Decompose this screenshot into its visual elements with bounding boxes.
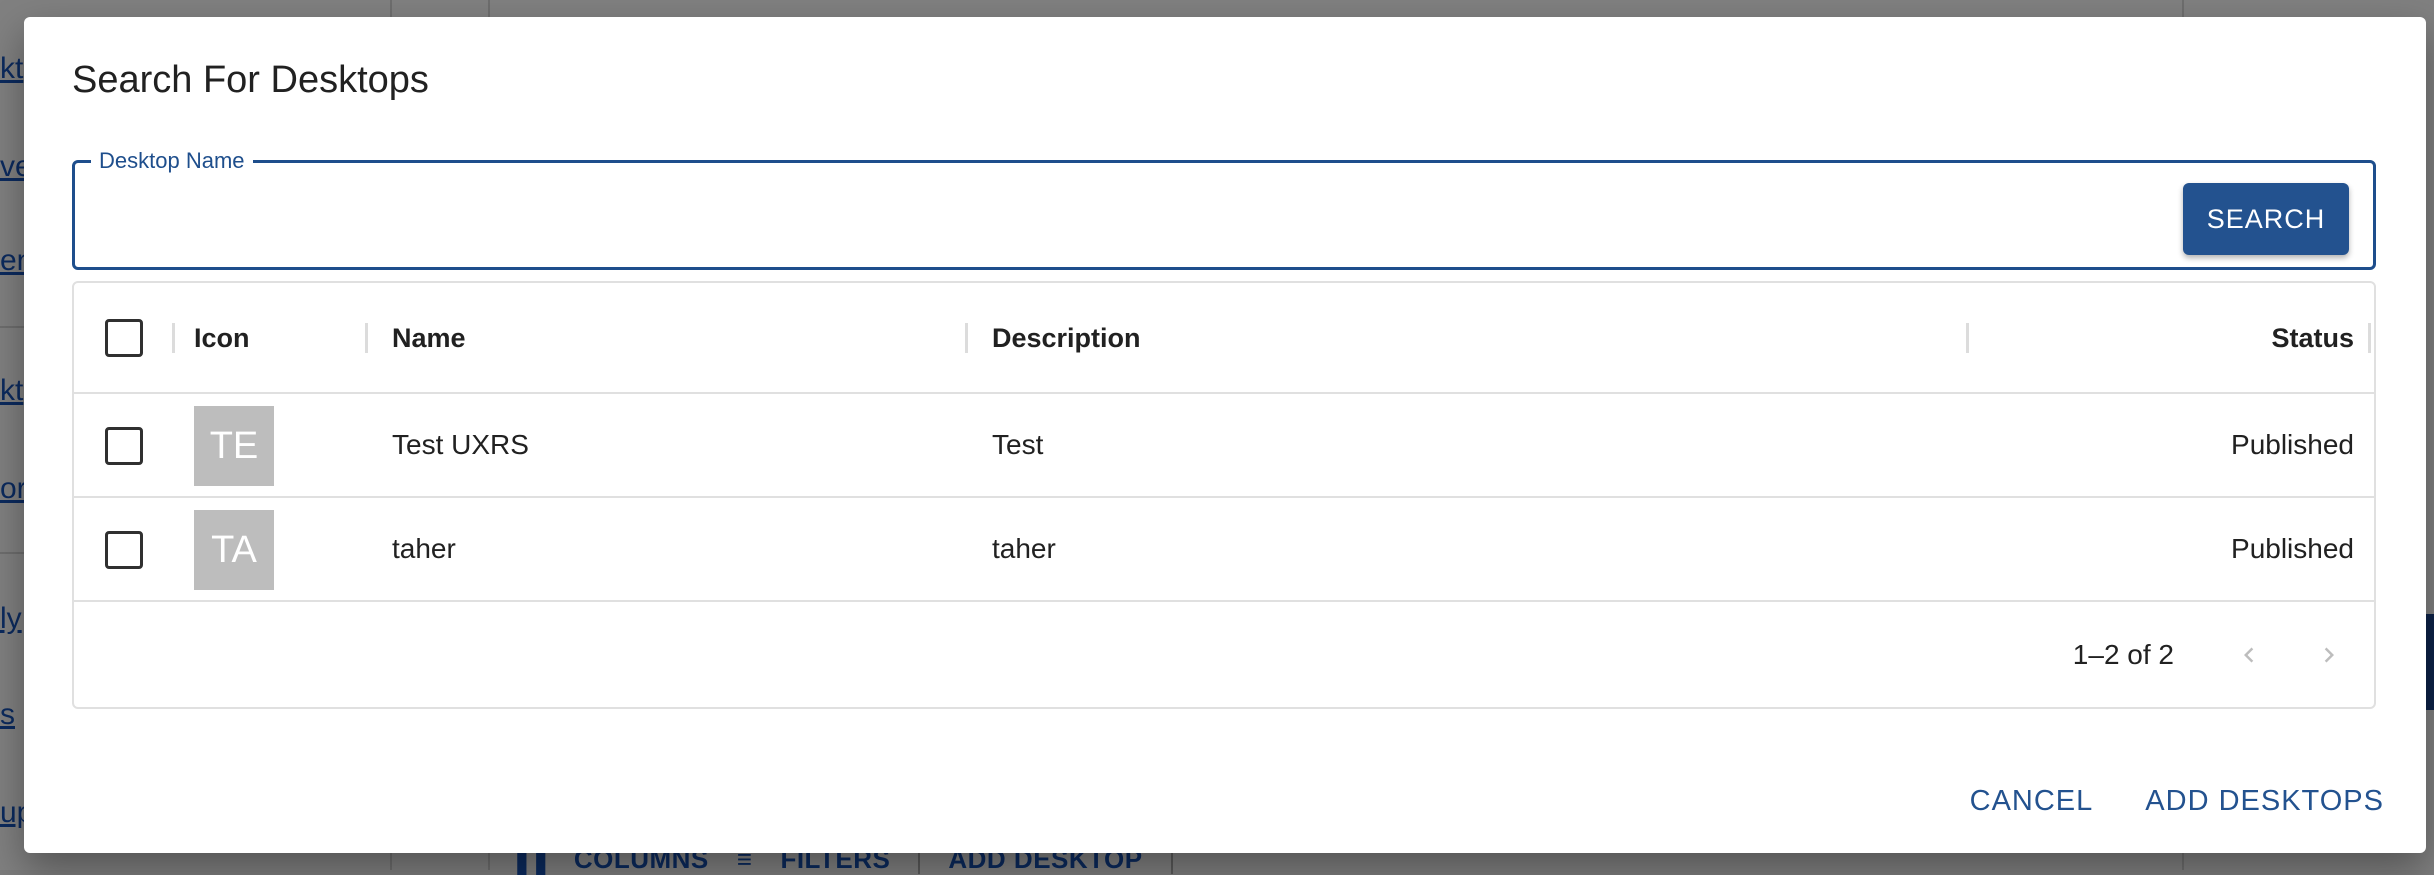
dialog-title: Search For Desktops xyxy=(72,59,429,101)
background-sidebar-link: s xyxy=(0,700,15,730)
desktop-status-cell: Published xyxy=(2231,429,2354,460)
table-row[interactable]: TE Test UXRS Test Published xyxy=(74,394,2374,498)
column-separator[interactable] xyxy=(172,323,175,353)
desktop-name-input[interactable] xyxy=(93,191,2093,241)
desktop-avatar: TE xyxy=(194,406,274,486)
column-separator[interactable] xyxy=(1966,323,1969,353)
background-sidebar-link: or xyxy=(0,474,24,504)
column-separator[interactable] xyxy=(365,323,368,353)
background-sidebar-link: kt xyxy=(0,376,24,406)
search-desktops-dialog: Search For Desktops Desktop Name SEARCH … xyxy=(24,17,2426,853)
desktop-description-cell: taher xyxy=(992,533,1056,564)
pagination-range: 1–2 of 2 xyxy=(2072,638,2174,670)
desktop-name-field: Desktop Name SEARCH xyxy=(72,147,2376,270)
desktop-description-cell: Test xyxy=(992,429,1044,460)
row-checkbox[interactable] xyxy=(105,531,143,569)
row-checkbox[interactable] xyxy=(105,427,143,465)
grid-footer: 1–2 of 2 xyxy=(74,602,2374,707)
search-button[interactable]: SEARCH xyxy=(2183,183,2349,255)
next-page-button[interactable] xyxy=(2306,632,2352,678)
desktop-status-cell: Published xyxy=(2231,533,2354,564)
desktop-name-cell: Test UXRS xyxy=(392,429,529,460)
previous-page-button[interactable] xyxy=(2226,632,2272,678)
column-header-description[interactable]: Description xyxy=(992,283,1141,394)
background-sidebar-link: up xyxy=(0,798,24,828)
dialog-actions: CANCEL ADD DESKTOPS xyxy=(1970,785,2384,818)
desktop-name-cell: taher xyxy=(392,533,456,564)
add-desktops-button[interactable]: ADD DESKTOPS xyxy=(2145,785,2384,818)
desktop-name-label: Desktop Name xyxy=(91,147,253,175)
chevron-left-icon xyxy=(2244,647,2254,663)
background-sidebar-link: ve xyxy=(0,152,24,182)
grid-header: Icon Name Description Status xyxy=(74,283,2374,394)
column-header-status[interactable]: Status xyxy=(2271,283,2354,394)
background-sidebar-link: ly xyxy=(0,604,22,634)
background-sidebar-link: en xyxy=(0,246,24,276)
column-separator[interactable] xyxy=(2368,323,2371,353)
column-separator[interactable] xyxy=(965,323,968,353)
desktops-grid: Icon Name Description Status TE Test UXR… xyxy=(72,281,2376,709)
table-row[interactable]: TA taher taher Published xyxy=(74,498,2374,602)
cancel-button[interactable]: CANCEL xyxy=(1970,785,2094,818)
chevron-right-icon xyxy=(2324,647,2334,663)
select-all-checkbox[interactable] xyxy=(105,319,143,357)
column-header-name[interactable]: Name xyxy=(392,283,466,394)
column-header-icon[interactable]: Icon xyxy=(194,283,250,394)
desktop-avatar: TA xyxy=(194,510,274,590)
background-sidebar-link: kt xyxy=(0,54,24,84)
